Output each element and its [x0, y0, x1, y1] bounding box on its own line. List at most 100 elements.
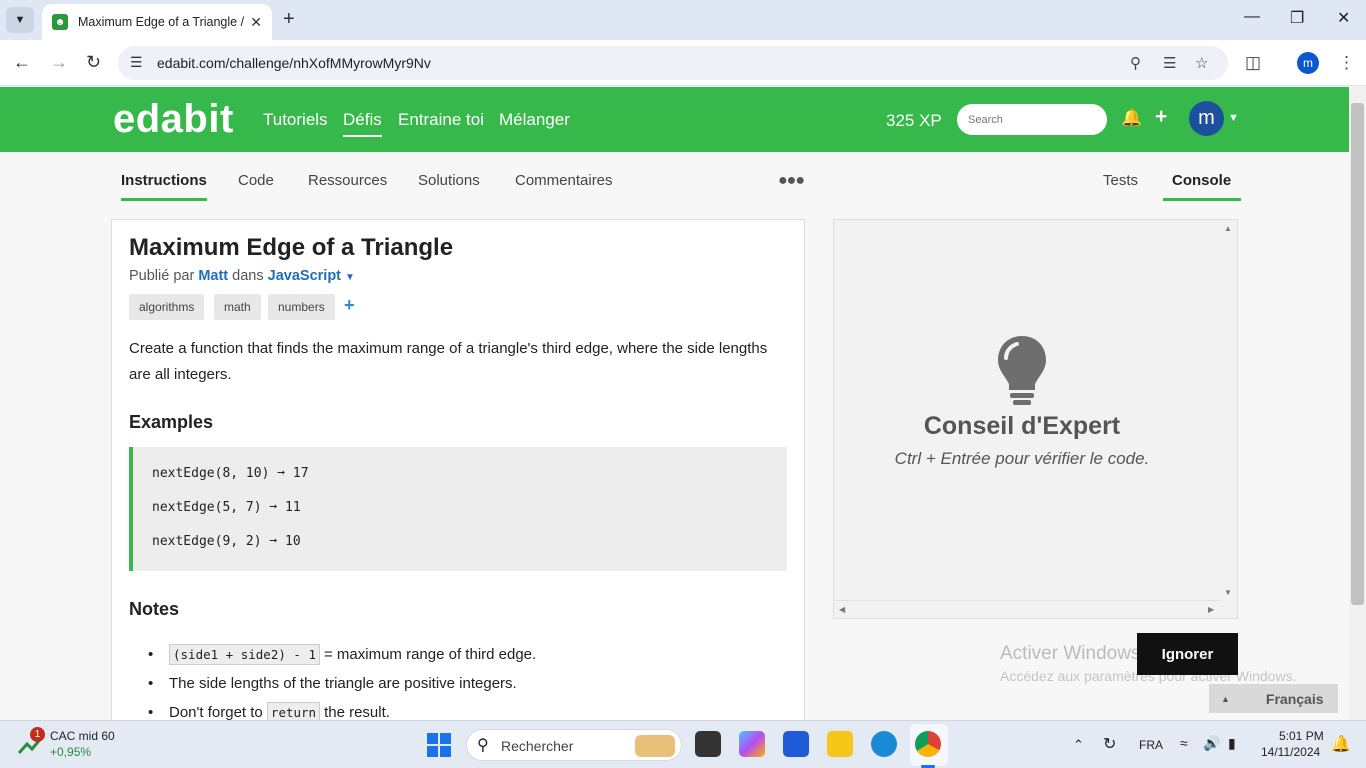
stock-name[interactable]: CAC mid 60	[50, 729, 115, 743]
tag-math[interactable]: math	[214, 294, 261, 320]
close-tab-icon[interactable]: ✕	[250, 14, 262, 31]
tab-title: Maximum Edge of a Triangle //	[78, 15, 245, 29]
tab-code[interactable]: Code	[238, 172, 274, 198]
edge-icon[interactable]	[871, 731, 897, 757]
author-link[interactable]: Matt	[198, 268, 228, 284]
copilot-icon[interactable]	[739, 731, 765, 757]
language-selector[interactable]: ▲ Français	[1209, 684, 1338, 713]
tab-solutions[interactable]: Solutions	[418, 172, 480, 198]
activate-windows-title: Activer Windows	[1000, 643, 1141, 664]
plus-icon[interactable]: +	[1155, 105, 1167, 129]
language-label: Français	[1265, 690, 1324, 707]
examples-code-block: nextEdge(8, 10) ➞ 17 nextEdge(5, 7) ➞ 11…	[129, 447, 787, 571]
challenge-description: Create a function that finds the maximum…	[129, 340, 768, 383]
language-link[interactable]: JavaScript	[268, 268, 341, 284]
profile-avatar[interactable]: m	[1297, 52, 1319, 74]
chevron-up-icon: ▲	[1221, 693, 1230, 704]
bell-icon[interactable]: 🔔	[1121, 108, 1142, 128]
volume-icon[interactable]: 🔊	[1203, 735, 1220, 752]
xp-counter: 325 XP	[886, 111, 942, 130]
note-item: The side lengths of the triangle are pos…	[129, 669, 536, 698]
url-text: edabit.com/challenge/nhXofMMyrowMyr9Nv	[157, 55, 431, 71]
site-info-icon[interactable]: ☰	[130, 54, 143, 71]
clock-time[interactable]: 5:01 PM	[1279, 729, 1324, 743]
restore-icon[interactable]: ❐	[1290, 8, 1304, 28]
tag-numbers[interactable]: numbers	[268, 294, 335, 320]
tag-algorithms[interactable]: algorithms	[129, 294, 205, 320]
browser-tab[interactable]: ☻ Maximum Edge of a Triangle // ✕	[42, 4, 272, 40]
store-icon[interactable]	[783, 731, 809, 757]
tab-ressources[interactable]: Ressources	[308, 172, 387, 198]
scroll-down-icon[interactable]: ▼	[1224, 588, 1232, 597]
note-text: = maximum range of third edge.	[324, 646, 537, 663]
sync-icon[interactable]: ↻	[1103, 734, 1116, 754]
caret-down-icon[interactable]: ▼	[345, 272, 355, 283]
search-icon: ⚲	[477, 737, 489, 754]
notification-bell-icon[interactable]: 🔔	[1331, 734, 1351, 754]
example-line: nextEdge(5, 7) ➞ 11	[152, 500, 301, 515]
input-language[interactable]: FRA	[1139, 738, 1163, 752]
examples-heading: Examples	[129, 412, 214, 432]
console-vscroll[interactable]: ▲ ▼	[1219, 220, 1237, 602]
in-text: dans	[232, 268, 264, 284]
search-input[interactable]	[957, 104, 1107, 135]
chevron-up-icon[interactable]: ⌃	[1073, 737, 1084, 753]
nav-tutoriels[interactable]: Tutoriels	[263, 110, 328, 130]
lightbulb-icon	[998, 336, 1046, 405]
published-prefix: Publié par	[129, 268, 195, 284]
extensions-icon[interactable]: ◫	[1245, 53, 1261, 73]
back-icon[interactable]: ←	[13, 52, 31, 73]
tip-subtitle: Ctrl + Entrée pour vérifier le code.	[894, 449, 1150, 468]
tab-console[interactable]: Console	[1163, 172, 1242, 201]
windows-taskbar: 1 CAC mid 60 +0,95% ⚲ Rechercher ⌃ ↻ FRA…	[0, 720, 1366, 768]
tab-tests[interactable]: Tests	[1103, 172, 1138, 198]
wifi-icon[interactable]: ≈	[1180, 735, 1188, 751]
edabit-favicon: ☻	[52, 14, 68, 30]
new-tab-icon[interactable]: +	[283, 8, 295, 31]
user-avatar[interactable]: m	[1189, 101, 1224, 136]
chrome-icon[interactable]	[915, 731, 941, 757]
nav-melanger[interactable]: Mélanger	[499, 110, 570, 130]
tab-search-button[interactable]: ▼	[6, 7, 34, 33]
chevron-down-icon[interactable]: ▼	[1228, 112, 1239, 124]
address-bar[interactable]: ☰ edabit.com/challenge/nhXofMMyrowMyr9Nv…	[118, 46, 1228, 80]
close-window-icon[interactable]: ✕	[1337, 8, 1350, 28]
console-hscroll[interactable]: ◀ ▶	[834, 600, 1221, 618]
scroll-right-icon[interactable]: ▶	[1208, 605, 1214, 614]
tab-commentaires[interactable]: Commentaires	[515, 172, 613, 198]
console-panel: Conseil d'Expert Ctrl + Entrée pour véri…	[833, 219, 1238, 619]
taskbar-search[interactable]: ⚲ Rechercher	[466, 729, 682, 761]
note-text: The side lengths of the triangle are pos…	[169, 675, 517, 692]
task-view-icon[interactable]	[695, 731, 721, 757]
note-pre-text: Don't forget to	[169, 704, 263, 721]
file-explorer-icon[interactable]	[827, 731, 853, 757]
note-item: (side1 + side2) - 1 = maximum range of t…	[129, 640, 536, 669]
bookmark-star-icon[interactable]: ☆	[1195, 54, 1208, 72]
site-header: edabit Tutoriels Défis Entraine toi Méla…	[0, 87, 1349, 152]
notes-heading: Notes	[129, 599, 180, 619]
nav-defis[interactable]: Défis	[343, 110, 382, 137]
edabit-logo[interactable]: edabit	[113, 97, 234, 142]
minimize-icon[interactable]: —	[1244, 8, 1260, 26]
nav-entraine-toi[interactable]: Entraine toi	[398, 110, 484, 130]
clock-date[interactable]: 14/11/2024	[1261, 745, 1320, 759]
search-highlight-image	[635, 735, 675, 757]
example-line: nextEdge(8, 10) ➞ 17	[152, 466, 309, 481]
page-scroll-thumb[interactable]	[1351, 103, 1364, 605]
forward-icon[interactable]: →	[50, 52, 68, 73]
menu-kebab-icon[interactable]: ⋮	[1338, 53, 1355, 73]
ignore-button[interactable]: Ignorer	[1137, 633, 1238, 675]
more-options-icon[interactable]: ●●●	[778, 172, 805, 190]
password-key-icon[interactable]: ⚲	[1130, 54, 1141, 72]
scroll-left-icon[interactable]: ◀	[839, 605, 845, 614]
stock-change: +0,95%	[50, 745, 92, 759]
tab-instructions[interactable]: Instructions	[121, 172, 207, 201]
windows-start-icon[interactable]	[427, 733, 451, 757]
reload-icon[interactable]: ↻	[86, 52, 101, 73]
inline-code: (side1 + side2) - 1	[169, 644, 320, 665]
example-line: nextEdge(9, 2) ➞ 10	[152, 534, 301, 549]
translate-icon[interactable]: ☰	[1163, 54, 1176, 72]
battery-icon[interactable]: ▮	[1228, 735, 1236, 752]
scroll-up-icon[interactable]: ▲	[1224, 224, 1232, 233]
add-tag-icon[interactable]: +	[344, 295, 355, 316]
